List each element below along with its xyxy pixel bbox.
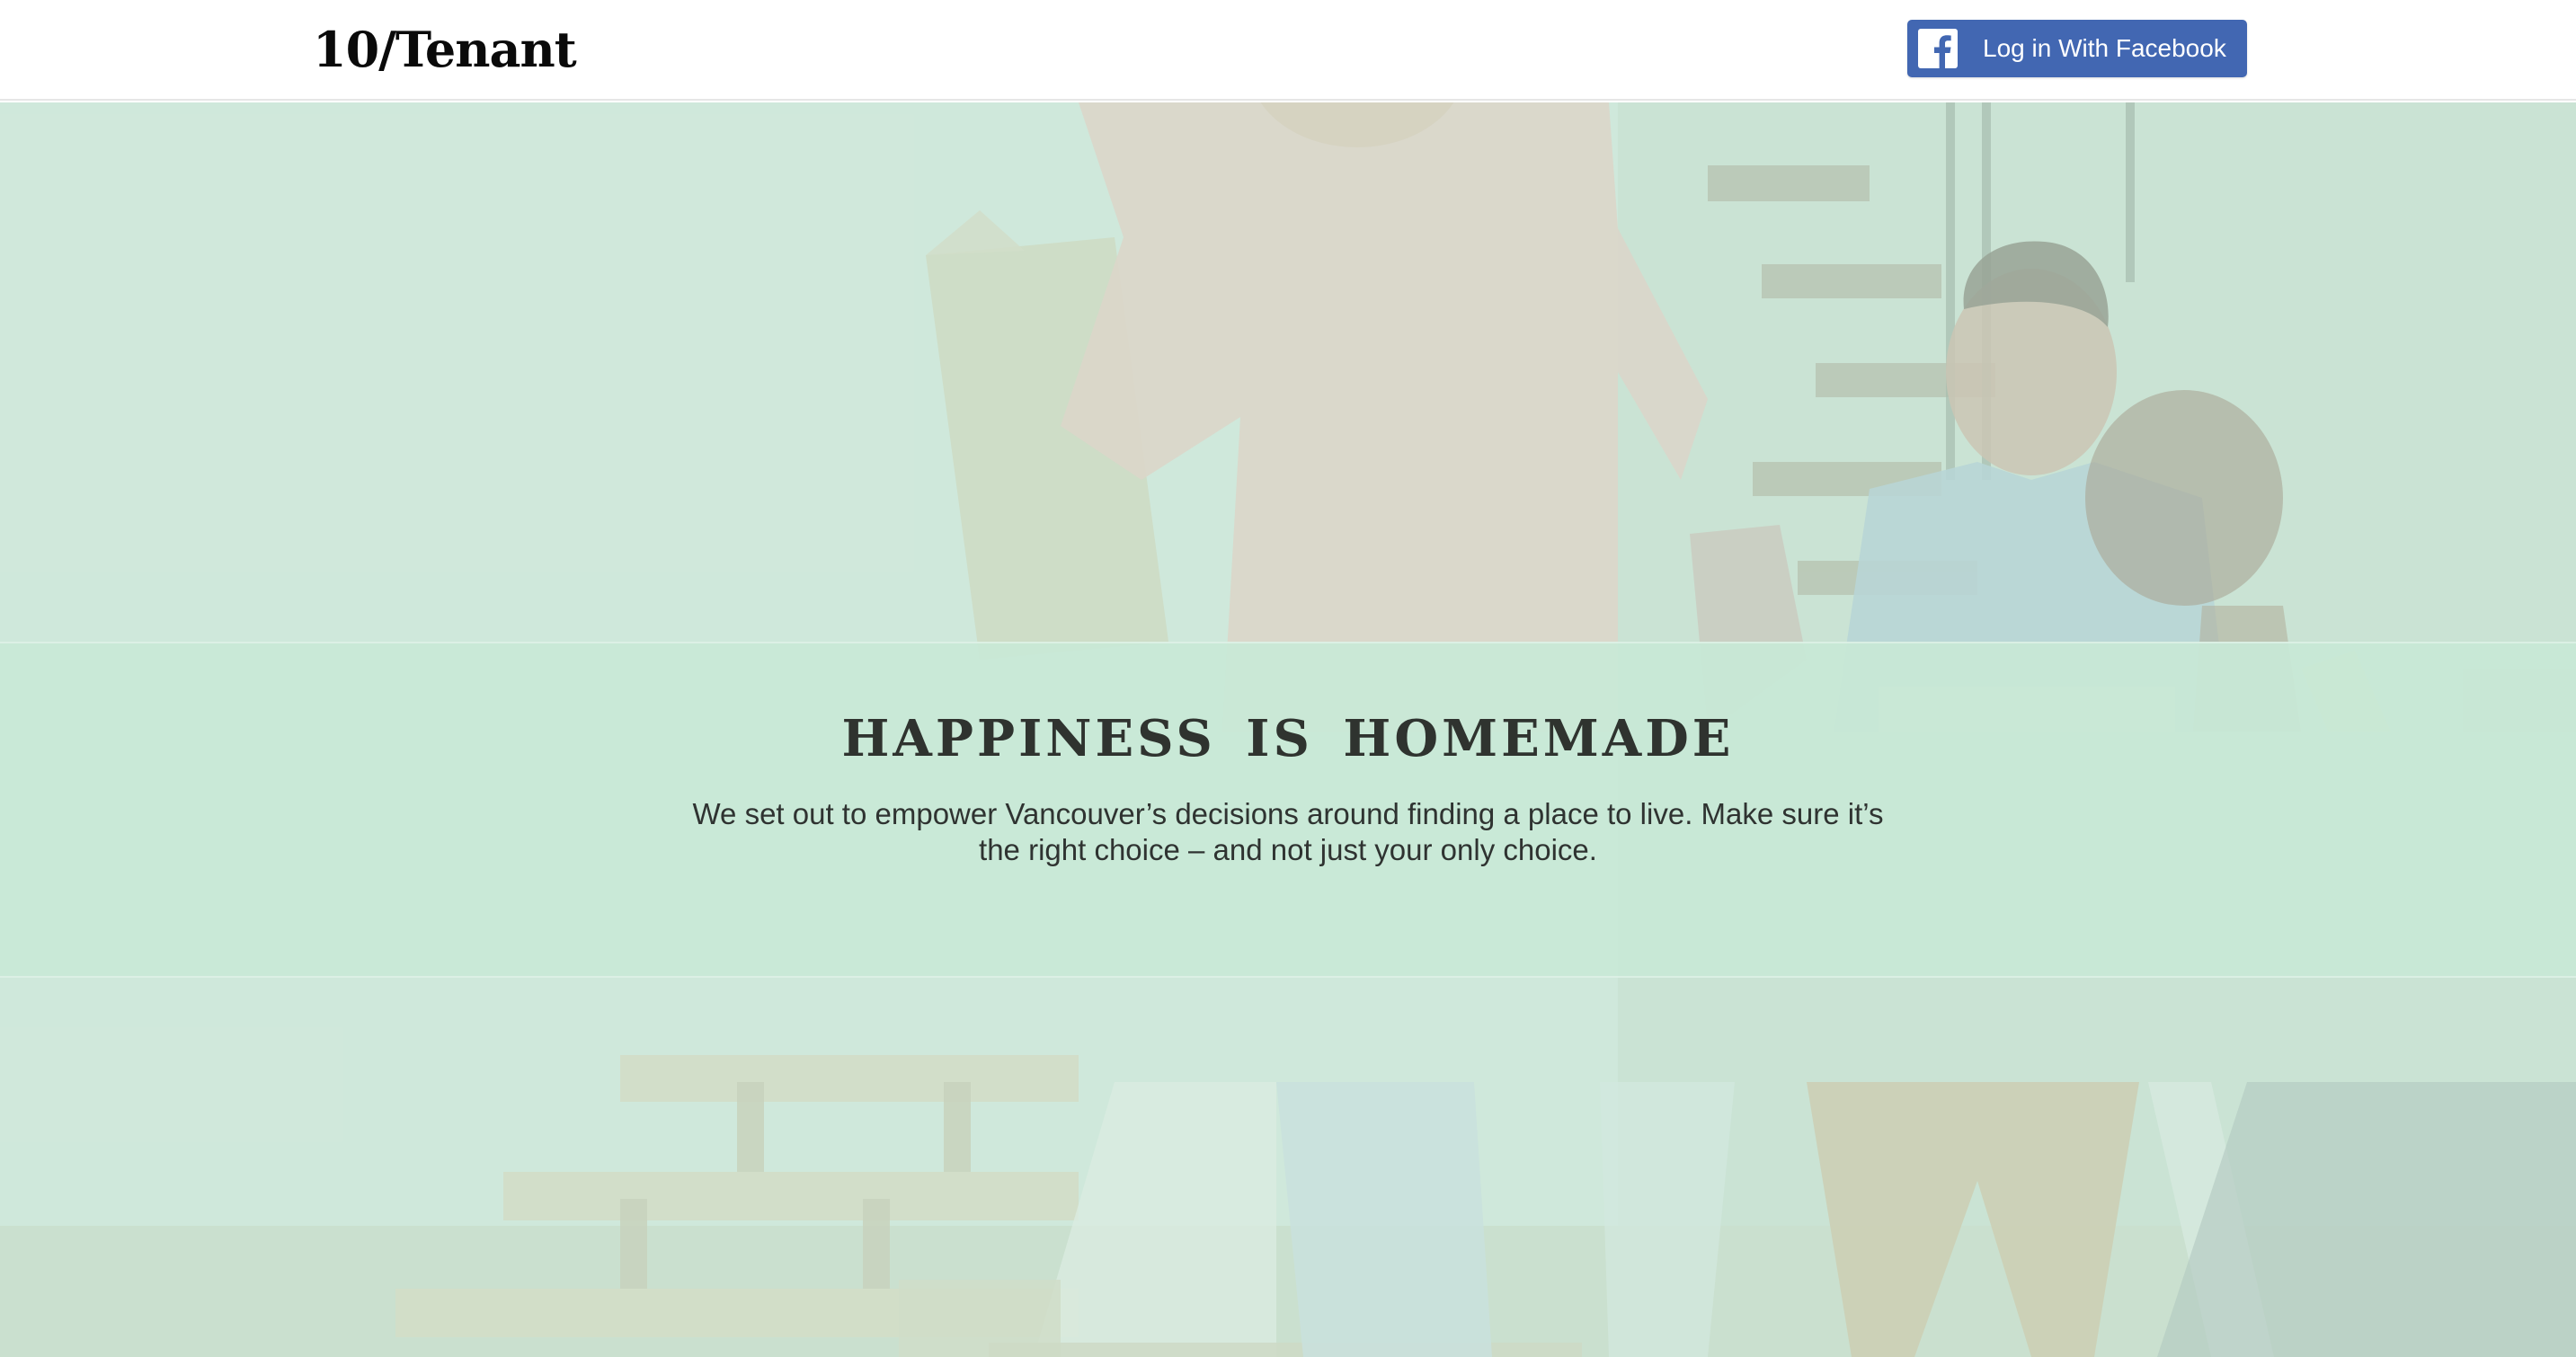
top-navbar: 10/Tenant Log in With Facebook [0, 0, 2576, 101]
facebook-icon [1918, 29, 1958, 68]
facebook-login-button[interactable]: Log in With Facebook [1907, 20, 2247, 77]
site-logo[interactable]: 10/Tenant [313, 18, 577, 81]
banner-heading: HAPPINESS IS HOMEMADE [841, 709, 1735, 768]
tagline-banner: HAPPINESS IS HOMEMADE We set out to empo… [0, 642, 2576, 978]
banner-description: We set out to empower Vancouver’s decisi… [692, 797, 1884, 866]
facebook-login-label: Log in With Facebook [1983, 34, 2226, 62]
